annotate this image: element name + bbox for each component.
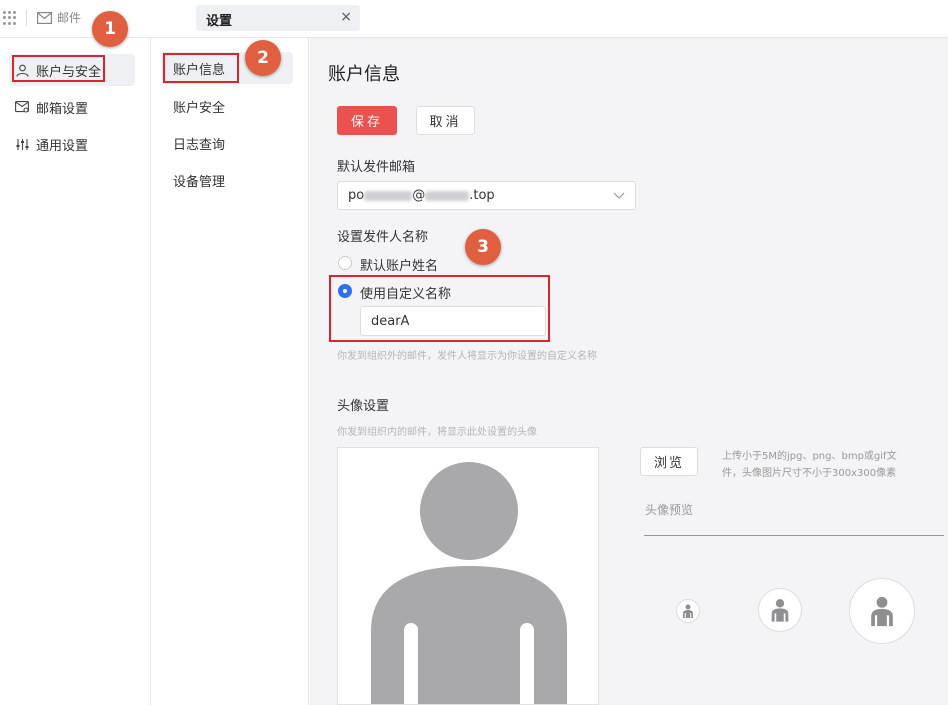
sidebar-item-log-query[interactable]: 日志查询 xyxy=(161,127,293,159)
sender-at: @ xyxy=(412,188,425,203)
default-sender-label: 默认发件邮箱 xyxy=(337,156,415,175)
avatar-section-label: 头像设置 xyxy=(337,395,389,414)
default-avatar-icon xyxy=(338,448,599,705)
avatar-upload-area[interactable] xyxy=(337,447,599,705)
save-button[interactable]: 保存 xyxy=(337,106,397,135)
sidebar-item-label: 邮箱设置 xyxy=(36,98,88,117)
step-badge-1: 1 xyxy=(92,11,128,47)
step-badge-2: 2 xyxy=(245,40,281,76)
avatar-preview-icon xyxy=(770,598,790,622)
avatar-hint: 你发到组织内的邮件，将显示此处设置的头像 xyxy=(337,423,537,438)
sender-suffix: .top xyxy=(469,188,494,203)
default-sender-value: po @ .top xyxy=(348,188,495,203)
mail-tab[interactable]: 邮件 xyxy=(37,9,81,26)
sidebar-item-label: 设备管理 xyxy=(173,171,225,190)
sidebar-item-mailbox-settings[interactable]: 邮箱设置 xyxy=(9,91,135,123)
cancel-button[interactable]: 取消 xyxy=(416,106,475,135)
app-grid-icon[interactable] xyxy=(3,11,17,25)
secondary-sidebar: 账户信息 账户安全 日志查询 设备管理 xyxy=(151,38,309,705)
main-content: 账户信息 保存 取消 默认发件邮箱 po @ .top 设置发件人名称 默认账户姓名… xyxy=(310,38,948,705)
topbar-divider xyxy=(26,10,27,26)
redacted-blur xyxy=(425,191,469,201)
chevron-down-icon xyxy=(613,190,625,200)
sidebar-item-account-security-sub[interactable]: 账户安全 xyxy=(161,90,293,122)
avatar-preview-small xyxy=(676,599,700,623)
sidebar-item-label: 日志查询 xyxy=(173,134,225,153)
primary-sidebar: 账户与安全 邮箱设置 通用设置 xyxy=(0,38,151,705)
radio-default-name[interactable] xyxy=(338,256,352,270)
step-badge-3: 3 xyxy=(465,229,501,265)
avatar-preview-icon xyxy=(869,595,895,627)
highlight-box-account-info xyxy=(163,53,239,83)
redacted-blur xyxy=(364,191,412,201)
sidebar-item-general-settings[interactable]: 通用设置 xyxy=(9,128,135,160)
upload-hint-line2: 件，头像图片尺寸不小于300x300像素 xyxy=(722,465,922,482)
sidebar-item-device-management[interactable]: 设备管理 xyxy=(161,164,293,196)
radio-default-name-label: 默认账户姓名 xyxy=(360,255,438,274)
browse-button[interactable]: 浏览 xyxy=(640,447,698,476)
preview-divider xyxy=(644,535,944,536)
avatar-preview-label: 头像预览 xyxy=(645,501,693,518)
avatar-preview-large xyxy=(849,578,915,644)
upload-hint: 上传小于5M的jpg、png、bmp或gif文 件，头像图片尺寸不小于300x3… xyxy=(722,448,922,482)
page-title: 账户信息 xyxy=(328,60,400,86)
upload-hint-line1: 上传小于5M的jpg、png、bmp或gif文 xyxy=(722,448,922,465)
sliders-icon xyxy=(15,137,29,151)
mail-icon xyxy=(37,12,52,24)
sidebar-item-label: 账户安全 xyxy=(173,97,225,116)
close-icon[interactable]: × xyxy=(340,9,352,25)
mail-tab-label: 邮件 xyxy=(57,9,81,26)
custom-name-hint: 你发到组织外的邮件，发件人将显示为你设置的自定义名称 xyxy=(337,347,597,362)
avatar-preview-icon xyxy=(682,604,694,618)
avatar-preview-medium xyxy=(758,588,802,632)
highlight-box-account-security xyxy=(12,55,105,82)
sidebar-item-label: 通用设置 xyxy=(36,135,88,154)
mailbox-icon xyxy=(15,100,29,114)
top-bar: 邮件 设置 × xyxy=(0,0,948,38)
sender-prefix: po xyxy=(348,188,364,203)
settings-tab[interactable]: 设置 × xyxy=(196,5,360,31)
highlight-box-custom-name xyxy=(329,275,550,342)
settings-tab-title: 设置 xyxy=(206,10,232,29)
default-sender-select[interactable]: po @ .top xyxy=(337,181,636,210)
sender-name-label: 设置发件人名称 xyxy=(337,226,428,245)
